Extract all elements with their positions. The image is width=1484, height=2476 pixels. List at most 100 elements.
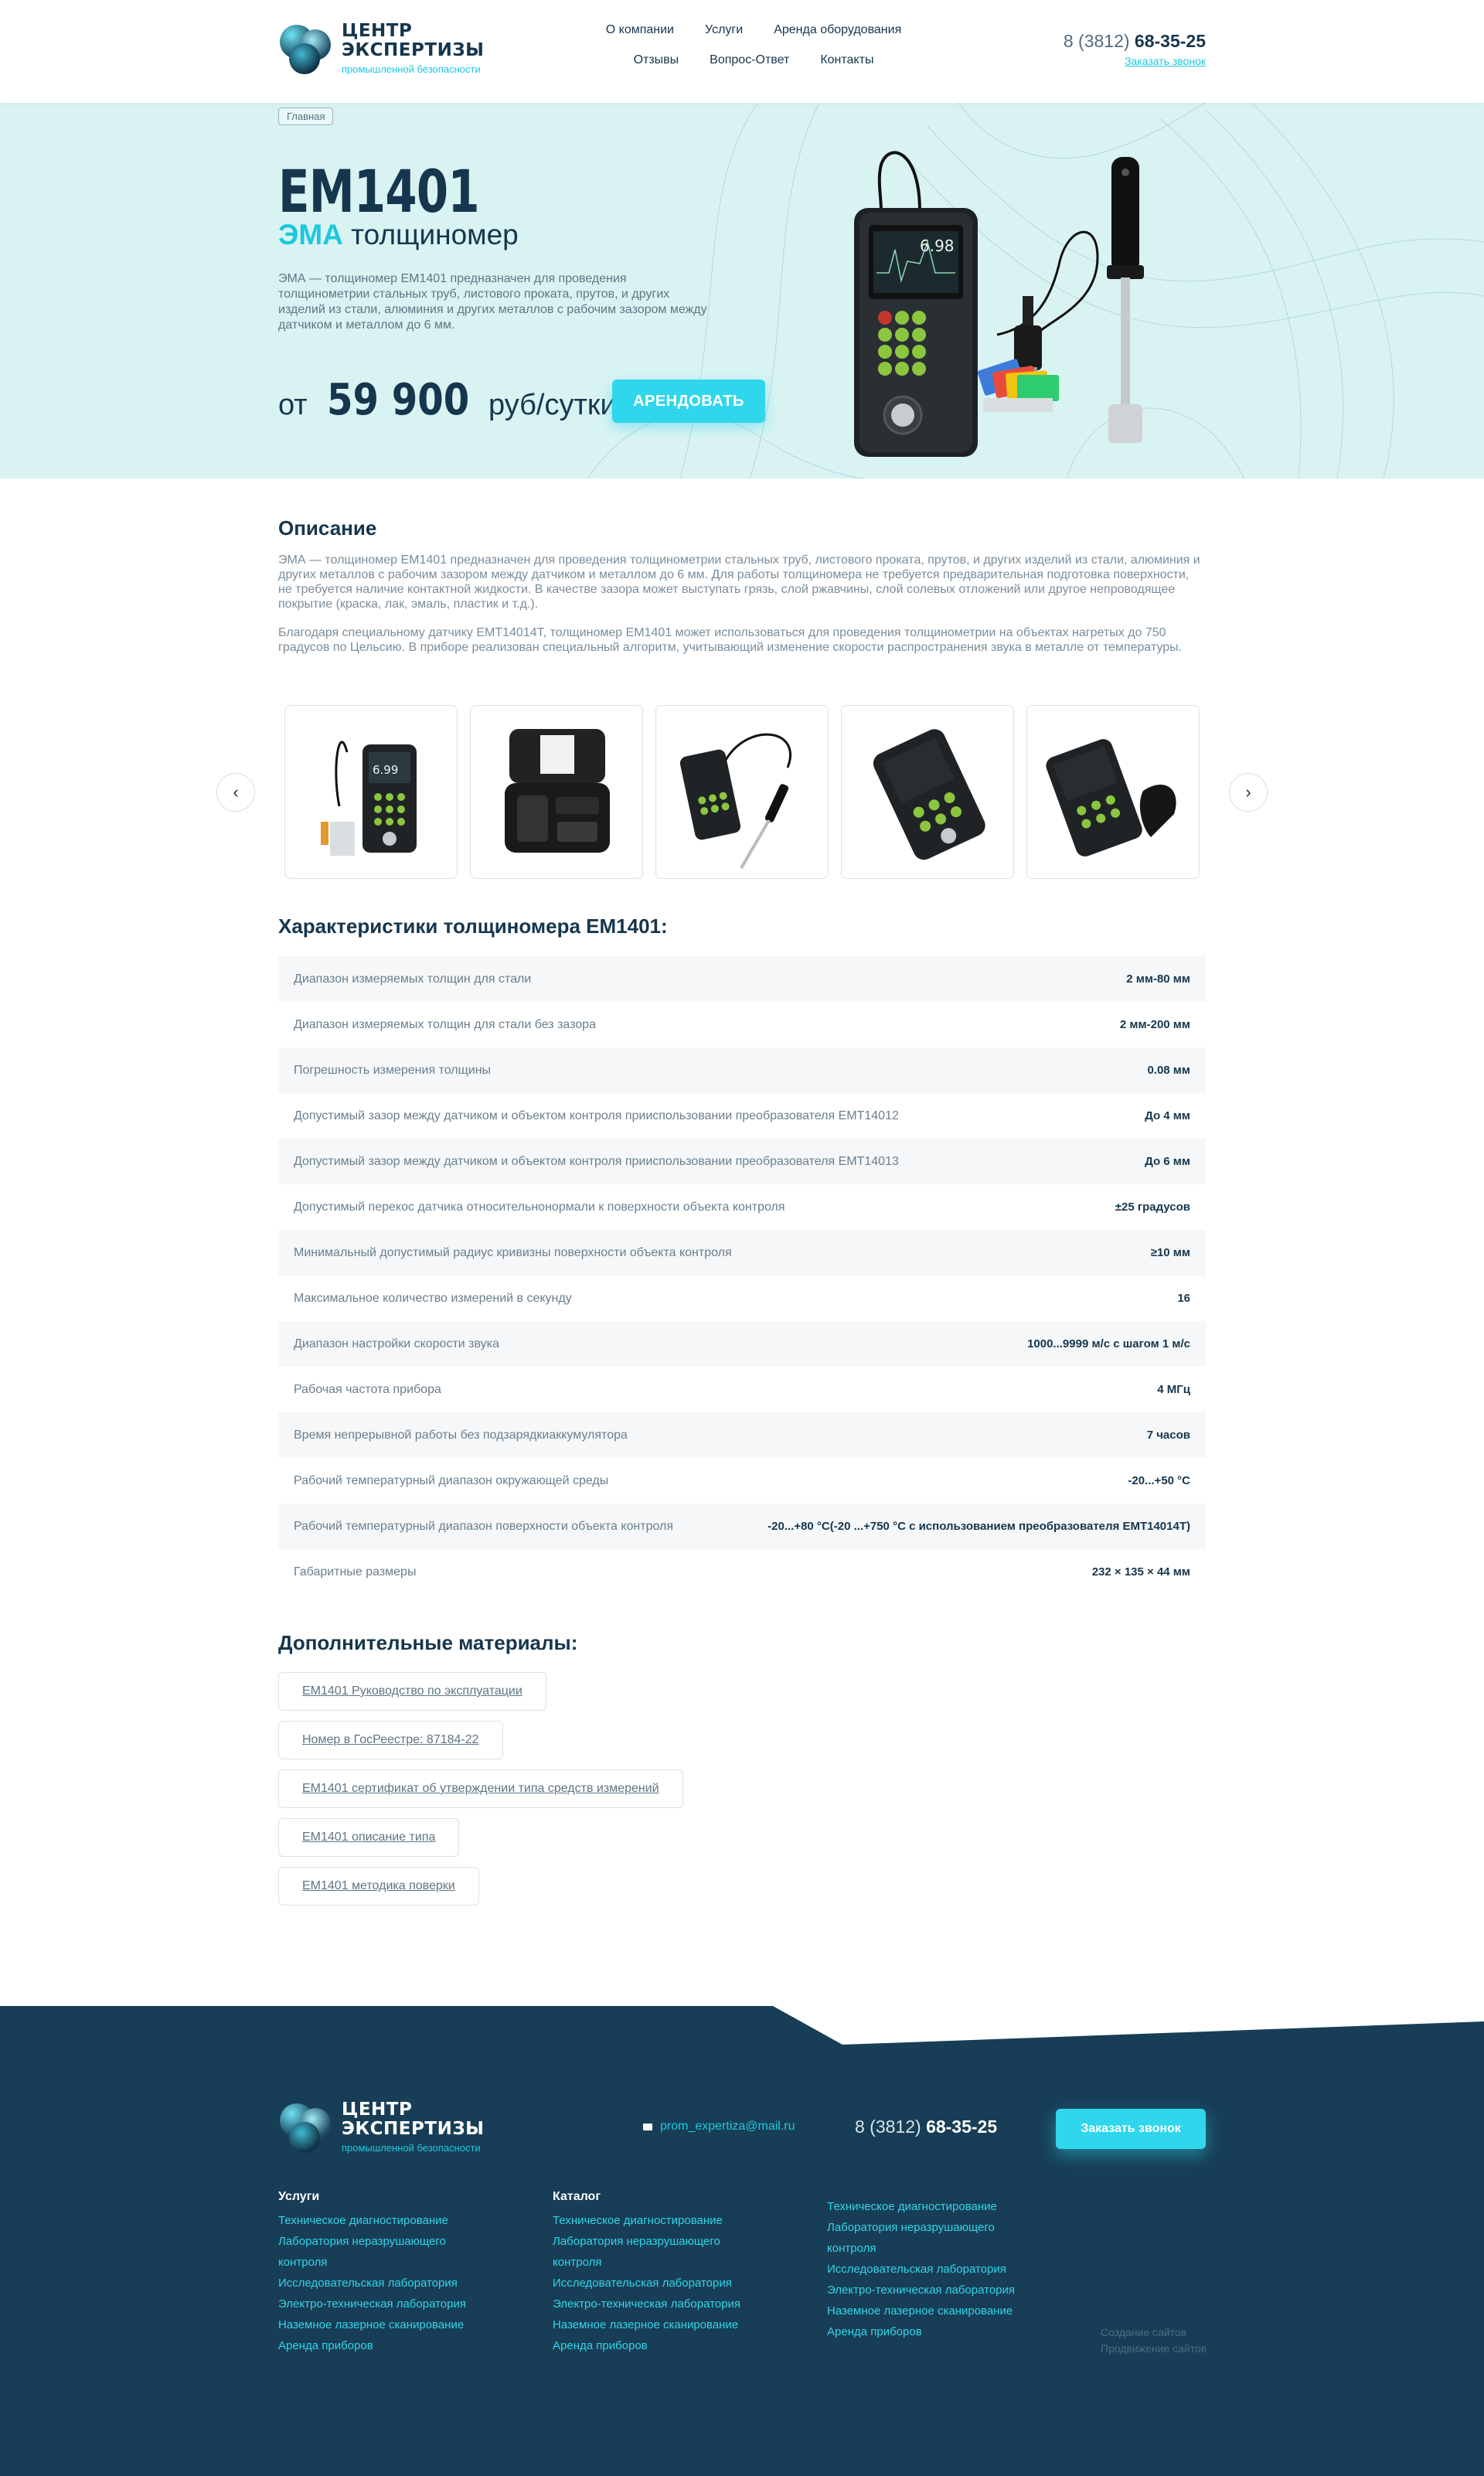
material-link[interactable]: ЕМ1401 методика поверки [278, 1867, 479, 1906]
spec-name: Диапазон настройки скорости звука [294, 1337, 499, 1350]
spec-value: -20...+80 °С(-20 ...+750 °С с использова… [768, 1520, 1190, 1533]
footer-link[interactable]: Лаборатория неразрушающего контроля [827, 2217, 1028, 2259]
material-link[interactable]: ЕМ1401 сертификат об утверждении типа ср… [278, 1769, 683, 1808]
spec-value: ±25 градусов [1115, 1201, 1190, 1214]
spec-row: Минимальный допустимый радиус кривизны п… [278, 1230, 1206, 1275]
materials-title: Дополнительные материалы: [278, 1631, 578, 1654]
description-title: Описание [278, 516, 377, 540]
gallery-prev-button[interactable]: ‹ [216, 773, 255, 812]
footer-logo-tagline: промышленной безопасности [342, 2141, 481, 2154]
gallery-image-device-case [505, 729, 610, 853]
spec-value: До 6 мм [1145, 1155, 1190, 1168]
product-gallery: ‹ 6.99 › [216, 705, 1268, 879]
gallery-item[interactable] [470, 705, 643, 879]
rent-button[interactable]: АРЕНДОВАТЬ [612, 380, 765, 423]
specs-table: Диапазон измеряемых толщин для стали 2 мм… [278, 956, 1206, 1595]
spec-name: Время непрерывной работы без подзарядкиа… [294, 1428, 628, 1442]
credit-link[interactable]: Создание сайтов [1101, 2324, 1207, 2341]
spec-value: 2 мм-200 мм [1119, 1018, 1190, 1031]
spec-name: Габаритные размеры [294, 1565, 417, 1579]
product-subtitle: ЭМА толщиномер [278, 219, 519, 250]
gallery-item[interactable]: 6.99 [284, 705, 458, 879]
nav-contacts[interactable]: Контакты [820, 53, 873, 67]
product-title: EM1401 [278, 157, 480, 226]
price: от 59 900 руб/сутки [278, 375, 617, 425]
svg-text:6.98: 6.98 [920, 237, 955, 255]
spec-name: Минимальный допустимый радиус кривизны п… [294, 1245, 732, 1259]
gallery-item[interactable] [841, 705, 1014, 879]
request-call-link[interactable]: Заказать звонок [1125, 55, 1206, 67]
footer-link[interactable]: Лаборатория неразрушающего контроля [278, 2231, 479, 2273]
breadcrumb-home[interactable]: Главная [278, 107, 334, 125]
footer-link[interactable]: Арендa приборов [827, 2321, 1028, 2342]
gallery-item[interactable] [655, 705, 829, 879]
spec-row: Допустимый перекос датчика относительнон… [278, 1184, 1206, 1230]
footer-phone[interactable]: 8 (3812) 68-35-25 [855, 2117, 997, 2137]
spec-row: Диапазон измеряемых толщин для стали 2 мм… [278, 956, 1206, 1002]
footer-link[interactable]: Арендa приборов [278, 2335, 479, 2356]
site-footer: ЦЕНТР ЭКСПЕРТИЗЫ промышленной безопаснос… [0, 2006, 1484, 2476]
footer-link[interactable]: Электро-техническая лаборатория [278, 2294, 479, 2314]
spec-row: Диапазон настройки скорости звука 1000...… [278, 1321, 1206, 1367]
footer-link[interactable]: Лаборатория неразрушающего контроля [553, 2231, 754, 2273]
footer-request-call-button[interactable]: Заказать звонок [1056, 2109, 1206, 2149]
footer-link[interactable]: Арендa приборов [553, 2335, 754, 2356]
gallery-item[interactable] [1026, 705, 1200, 879]
spec-name: Рабочий температурный диапазон поверхнос… [294, 1519, 674, 1533]
header-phone-block: 8 (3812) 68-35-25 Заказать звонок [1064, 31, 1206, 69]
footer-link[interactable]: Техническое диагностирование [553, 2210, 754, 2231]
footer-link[interactable]: Исследовательская лаборатория [553, 2273, 754, 2294]
description-paragraph: Благодаря специальному датчику ЕМТ14014Т… [278, 626, 1183, 654]
footer-logo-line1: ЦЕНТР [342, 2099, 413, 2120]
spec-name: Допустимый перекос датчика относительнон… [294, 1200, 785, 1214]
nav-equipment-rental[interactable]: Аренда оборудования [774, 23, 901, 37]
logo-tagline: промышленной безопасности [342, 63, 481, 75]
spec-value: 7 часов [1146, 1429, 1190, 1442]
description-section: Описание ЭМА — толщиномер ЕМ1401 предназ… [278, 516, 1206, 655]
spec-value: 0.08 мм [1147, 1064, 1190, 1077]
chevron-left-icon: ‹ [233, 782, 239, 802]
logo-line2: ЭКСПЕРТИЗЫ [342, 39, 485, 60]
footer-link[interactable]: Техническое диагностирование [278, 2210, 479, 2231]
spec-value: 1000...9999 м/с с шагом 1 м/с [1027, 1337, 1190, 1350]
material-link[interactable]: Номер в ГосРеестре: 87184-22 [278, 1721, 503, 1759]
material-link[interactable]: ЕМ1401 описание типа [278, 1818, 460, 1857]
spec-name: Диапазон измеряемых толщин для стали без… [294, 1017, 596, 1031]
header-phone[interactable]: 8 (3812) 68-35-25 [1064, 31, 1206, 52]
footer-link[interactable]: Наземное лазерное сканирование [553, 2314, 754, 2335]
spec-row: Допустимый зазор между датчиком и объект… [278, 1093, 1206, 1139]
spec-value: До 4 мм [1145, 1109, 1190, 1122]
nav-reviews[interactable]: Отзывы [634, 53, 679, 67]
spec-value: ≥10 мм [1150, 1246, 1190, 1259]
footer-email[interactable]: prom_expertiza@mail.ru [643, 2120, 795, 2134]
footer-link[interactable]: Наземное лазерное сканирование [827, 2301, 1028, 2321]
spec-value: 16 [1177, 1292, 1190, 1305]
footer-link[interactable]: Техническое диагностирование [827, 2196, 1028, 2217]
spec-row: Рабочая частота прибора 4 МГц [278, 1367, 1206, 1412]
footer-link[interactable]: Наземное лазерное сканирование [278, 2314, 479, 2335]
nav-services[interactable]: Услуги [705, 23, 743, 37]
footer-link[interactable]: Электро-техническая лаборатория [827, 2280, 1028, 2301]
spec-name: Допустимый зазор между датчиком и объект… [294, 1109, 899, 1122]
envelope-icon [643, 2123, 652, 2130]
site-header: ЦЕНТР ЭКСПЕРТИЗЫ промышленной безопаснос… [0, 0, 1484, 103]
spec-row: Погрешность измерения толщины 0.08 мм [278, 1047, 1206, 1093]
footer-logo[interactable]: ЦЕНТР ЭКСПЕРТИЗЫ промышленной безопаснос… [278, 2097, 485, 2156]
footer-credits: Создание сайтов Продвижение сайтов [1101, 2324, 1207, 2357]
spec-value: -20...+50 °С [1128, 1474, 1190, 1487]
footer-column-services: Услуги Техническое диагностирование Лабор… [278, 2190, 526, 2356]
spec-row: Диапазон измеряемых толщин для стали без… [278, 1002, 1206, 1047]
spec-name: Максимальное количество измерений в секу… [294, 1291, 572, 1305]
gallery-next-button[interactable]: › [1229, 773, 1268, 812]
nav-about[interactable]: О компании [606, 23, 674, 37]
description-paragraph: ЭМА — толщиномер ЕМ1401 предназначен для… [278, 553, 1200, 611]
nav-faq[interactable]: Вопрос-Ответ [710, 53, 789, 67]
material-link[interactable]: ЕМ1401 Руководство по эксплуатации [278, 1672, 546, 1711]
footer-link[interactable]: Электро-техническая лаборатория [553, 2294, 754, 2314]
footer-link[interactable]: Исследовательская лаборатория [278, 2273, 479, 2294]
footer-link[interactable]: Исследовательская лаборатория [827, 2259, 1028, 2280]
specs-title: Характеристики толщиномера ЕМ1401: [278, 914, 668, 938]
logo[interactable]: ЦЕНТР ЭКСПЕРТИЗЫ промышленной безопаснос… [278, 19, 485, 77]
credit-link[interactable]: Продвижение сайтов [1101, 2341, 1207, 2357]
price-value: 59 900 [326, 375, 470, 425]
